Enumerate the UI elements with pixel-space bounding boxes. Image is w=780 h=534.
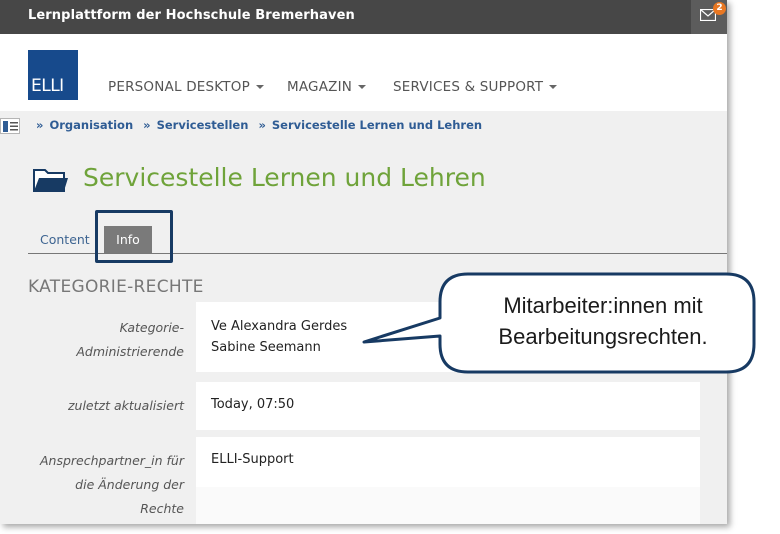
- nav-label: SERVICES & SUPPORT: [393, 79, 544, 95]
- notifications-button[interactable]: 2: [691, 0, 727, 34]
- table-row: Ansprechpartner_in für die Änderung der …: [28, 437, 700, 524]
- callout-line: Mitarbeiter:innen mit: [503, 293, 703, 318]
- row-label-contact: Ansprechpartner_in für die Änderung der …: [28, 437, 196, 524]
- breadcrumb-item-organisation[interactable]: Organisation: [49, 118, 133, 132]
- breadcrumb-separator: »: [258, 118, 266, 132]
- nav-services-support[interactable]: SERVICES & SUPPORT: [393, 79, 558, 95]
- caret-down-icon: [358, 85, 367, 89]
- app-title[interactable]: Lernplattform der Hochschule Bremerhaven: [28, 8, 355, 23]
- tree-toggle-button[interactable]: [0, 118, 20, 134]
- caret-down-icon: [549, 85, 558, 89]
- tab-content[interactable]: Content: [40, 232, 90, 247]
- nav-personal-desktop[interactable]: PERSONAL DESKTOP: [108, 79, 264, 95]
- page-title: Servicestelle Lernen und Lehren: [83, 163, 486, 192]
- elli-logo[interactable]: ELLI: [28, 50, 78, 100]
- table-row: zuletzt aktualisiert Today, 07:50: [28, 382, 700, 430]
- info-tab-highlight: [95, 210, 173, 263]
- callout-text: Mitarbeiter:innen mit Bearbeitungsrechte…: [448, 290, 758, 352]
- row-value-updated: Today, 07:50: [196, 382, 700, 430]
- breadcrumb-separator: »: [143, 118, 151, 132]
- row-label-updated: zuletzt aktualisiert: [28, 382, 196, 430]
- breadcrumb-separator: »: [36, 118, 44, 132]
- tree-view-icon: [3, 121, 18, 132]
- logo-text: ELLI: [31, 76, 64, 96]
- breadcrumb-item-current[interactable]: Servicestelle Lernen und Lehren: [272, 118, 482, 132]
- breadcrumb: » Organisation » Servicestellen » Servicest…: [36, 118, 482, 132]
- folder-icon: [33, 169, 68, 192]
- breadcrumb-item-servicestellen[interactable]: Servicestellen: [157, 118, 249, 132]
- nav-label: MAGAZIN: [287, 79, 353, 95]
- callout-line: Bearbeitungsrechten.: [498, 324, 708, 349]
- caret-down-icon: [255, 85, 264, 89]
- row-value-contact[interactable]: ELLI-Support: [196, 437, 700, 487]
- row-label-admins: Kategorie-Administrierende: [28, 302, 196, 372]
- browser-window: Lernplattform der Hochschule Bremerhaven…: [0, 0, 727, 524]
- section-title: KATEGORIE-RECHTE: [28, 277, 204, 297]
- notification-badge: 2: [713, 2, 726, 15]
- nav-magazin[interactable]: MAGAZIN: [287, 79, 367, 95]
- top-bar: Lernplattform der Hochschule Bremerhaven…: [0, 0, 727, 34]
- header: ELLI PERSONAL DESKTOP MAGAZIN SERVICES &…: [0, 34, 727, 111]
- nav-label: PERSONAL DESKTOP: [108, 79, 250, 95]
